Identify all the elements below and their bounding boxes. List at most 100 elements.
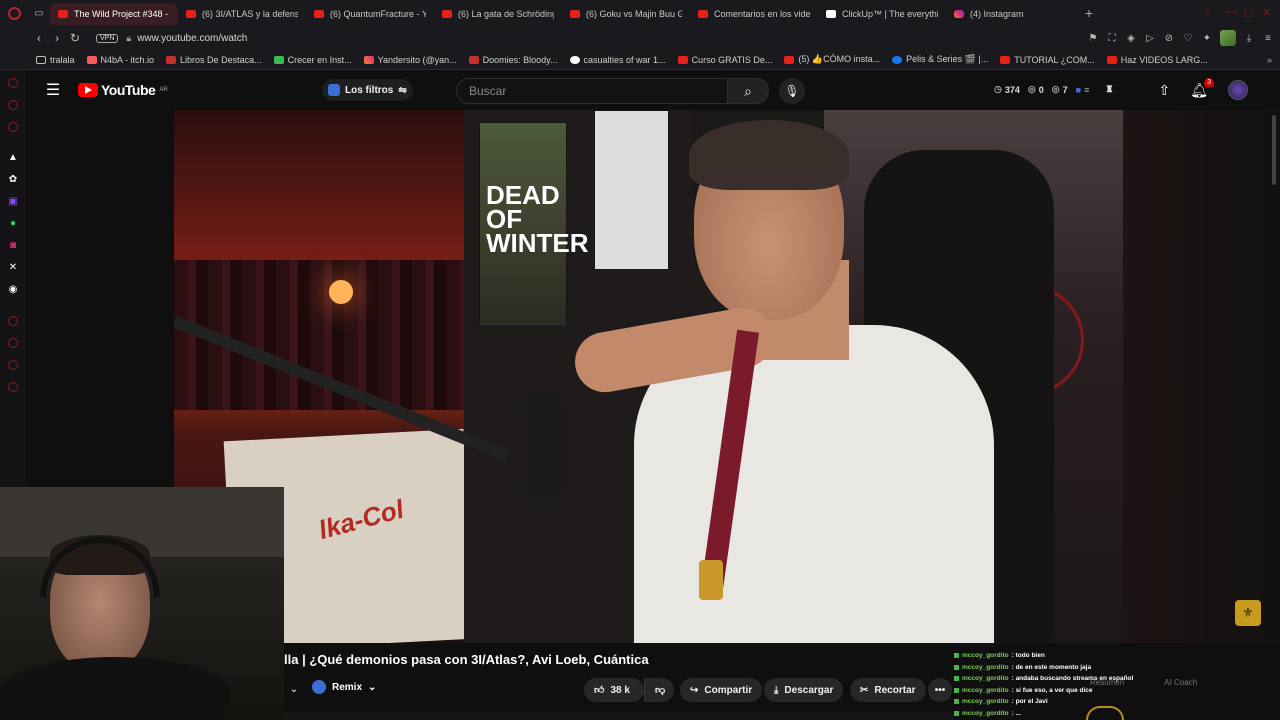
heart-icon[interactable]: ♡ [1182,33,1194,44]
browser-tab[interactable]: (4) Instagram [946,3,1074,25]
filters-button[interactable]: Los filtros ⇋ [322,79,413,101]
bookmarks-bar: tralala N4bA - itch.io Libros De Destaca… [0,50,1280,70]
new-tab-button[interactable]: + [1080,4,1098,22]
menu-icon[interactable]: ≡ [1262,33,1274,44]
inbox-icon[interactable] [0,94,26,116]
bookmark-item[interactable]: Pelis & Series 🎬 |... [886,54,994,65]
vpn-badge[interactable]: VPN [96,33,119,43]
youtube-icon [570,10,580,18]
profile-avatar[interactable] [1220,30,1236,46]
forward-icon[interactable]: › [48,31,66,45]
upload-icon[interactable]: ⇧ [1158,82,1170,99]
instagram-icon[interactable]: ◙ [0,234,26,256]
download-icon: ⤓ [774,684,779,696]
stat-watchers[interactable]: ◎ 7 [1052,84,1068,95]
back-icon[interactable]: ‹ [30,31,48,45]
tab-ai-coach[interactable]: AI Coach [1164,678,1197,694]
voice-search-button[interactable]: 🎙︎ [779,78,805,104]
share-icon: ↪ [690,684,699,696]
more-button[interactable]: ••• [928,678,952,702]
extension-button[interactable]: ■ ≡ [1076,85,1090,95]
coach-icon[interactable]: ⚜ [1235,600,1261,626]
lock-icon[interactable]: 🔒︎ [126,33,131,44]
adblock-icon[interactable]: ⊘ [1163,33,1175,44]
like-button[interactable]: 👍︎ 38 k [584,678,644,702]
chevron-down-icon: ⌄ [368,681,377,693]
search-tabs-icon[interactable]: ⌕ [1205,6,1211,19]
bookmark-item[interactable]: casualties of war 1... [564,55,672,65]
emblem-icon [1086,706,1124,720]
twitch-icon[interactable]: ▣ [0,190,26,212]
browser-tab[interactable]: (6) 3I/ATLAS y la defensa [178,3,306,25]
browser-tab[interactable]: (6) Goku vs Majin Buu Go [562,3,690,25]
video-poster [594,110,669,270]
search-button[interactable]: ⌕ [727,78,769,104]
bookmarks-more-icon[interactable]: » [1267,55,1272,65]
bookmark-item[interactable]: TUTORIAL ¿COM... [994,55,1101,65]
stat-hidden[interactable]: ◎ 0 [1028,84,1044,95]
discord-icon[interactable]: ◉ [0,278,26,300]
badge-icon [954,664,959,670]
chevron-down-icon[interactable]: ⌄ [284,680,304,700]
bookmark-item[interactable]: Crecer en Inst... [268,55,358,65]
menu-icon[interactable]: ☰ [38,80,68,100]
play-icon[interactable]: ▷ [1144,33,1156,44]
bookmark-item[interactable]: (5) 👍CÓMO insta... [778,54,886,65]
download-icon[interactable]: ⤓ [1243,33,1255,44]
video-player[interactable]: lka-Col DEAD OF WINTER [174,110,1123,643]
search-input[interactable]: Buscar [456,78,728,104]
notifications-button[interactable]: 🔔︎ 3 [1190,77,1214,99]
badge-icon [954,676,959,682]
stat-views[interactable]: ◷ 374 [994,84,1020,95]
whatsapp-icon[interactable]: ● [0,212,26,234]
bookmark-item[interactable]: Haz VIDEOS LARG... [1101,55,1214,65]
youtube-logo[interactable]: YouTube AR [78,82,168,98]
download-button[interactable]: ⤓ Descargar [764,678,844,702]
extensions-sidebar-icon[interactable] [0,354,26,376]
clip-button[interactable]: ✂ Recortar [850,678,926,702]
clock-icon[interactable] [0,332,26,354]
url-field[interactable]: www.youtube.com/watch [137,33,247,44]
avatar[interactable] [1228,80,1248,100]
browser-tab[interactable]: (6) QuantumFracture - Yo [306,3,434,25]
aria-icon[interactable]: ▲ [0,146,26,168]
player-icon[interactable] [0,116,26,138]
bookmark-item[interactable]: tralala [30,55,81,65]
dislike-button[interactable]: 👎︎ [644,678,674,702]
browser-tab[interactable]: ClickUp™ | The everything [818,3,946,25]
remix-button[interactable]: Remix ⌄ [312,680,376,694]
video-microphone [524,390,566,500]
snapshot-icon[interactable]: ⛶ [1106,33,1118,44]
x-icon[interactable]: ✕ [0,256,26,278]
minimize-icon[interactable]: — [1226,6,1237,18]
browser-tab[interactable]: Comentarios en los videc [690,3,818,25]
reload-icon[interactable]: ↻ [66,31,84,45]
google-icon [569,55,580,64]
scissors-icon: ✂ [860,684,869,696]
bookmark-item[interactable]: Yandersito (@yan... [358,55,463,65]
share-button[interactable]: ↪ Compartir [680,678,763,702]
close-icon[interactable]: ✕ [1262,6,1271,19]
trophy-icon[interactable]: ♜ [1105,84,1113,95]
bookmark-item[interactable]: Doomies: Bloody... [463,55,564,65]
opera-logo-icon[interactable] [0,0,28,26]
scrollbar[interactable] [1272,115,1276,185]
youtube-icon [698,10,708,18]
settings-icon[interactable] [0,376,26,398]
bookmark-item[interactable]: Libros De Destaca... [160,55,268,65]
extensions-icon[interactable]: ✦ [1201,33,1213,44]
chatgpt-icon[interactable]: ✿ [0,168,26,190]
video-actions: ⌄ Remix ⌄ 👍︎ 38 k 👎︎ ↪ Compartir ⤓ Descarga… [284,678,954,702]
pocket-icon[interactable]: ◈ [1125,33,1137,44]
meta-icon [892,55,903,64]
bookmark-item[interactable]: Curso GRATIS De... [672,55,779,65]
history-icon[interactable] [0,72,26,94]
maximize-icon[interactable]: ▢ [1243,6,1253,19]
browser-tab[interactable]: (6) La gata de Schrödinge [434,3,562,25]
workspaces-icon[interactable]: ▭ [28,8,50,19]
bookmark-icon[interactable]: ⚑ [1087,33,1099,44]
thumbs-down-icon: 👎︎ [655,685,666,696]
timer-icon[interactable] [0,310,26,332]
bookmark-item[interactable]: N4bA - itch.io [81,55,161,65]
browser-tab[interactable]: The Wild Project #348 - J [50,3,178,25]
